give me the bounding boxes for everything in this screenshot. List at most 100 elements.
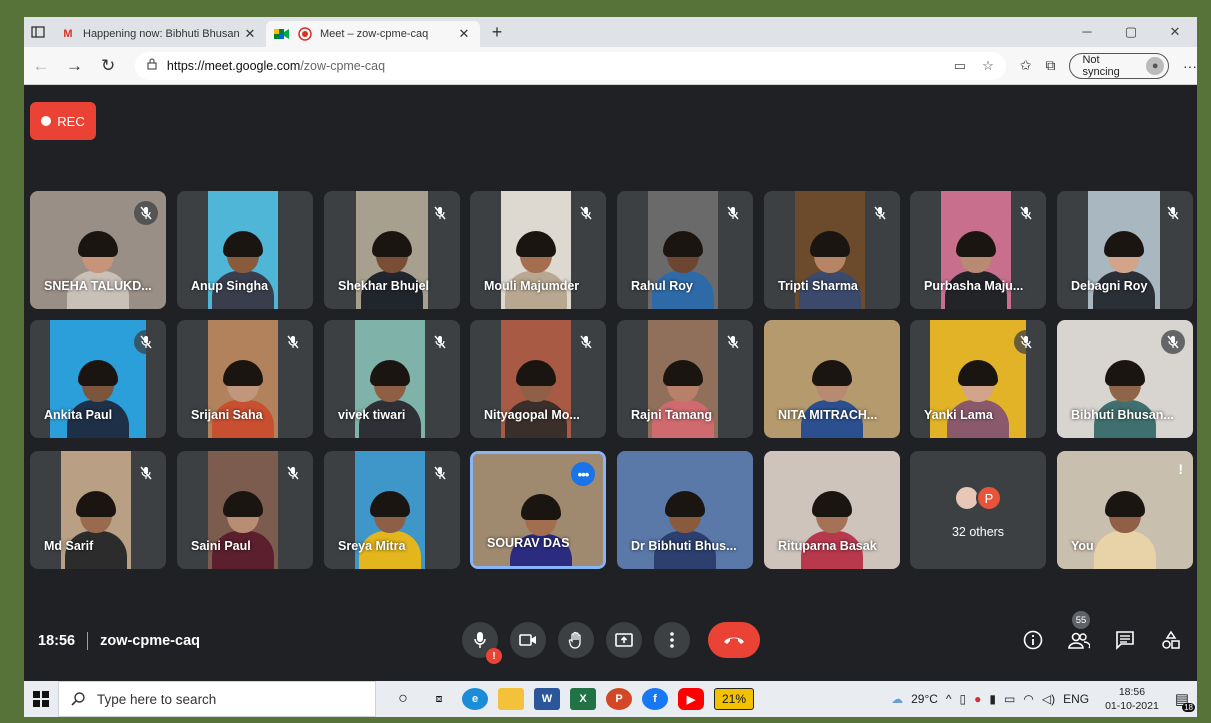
participant-tile[interactable]: Tripti Sharma [764, 191, 900, 309]
participant-figure [67, 360, 129, 438]
participant-name: Sreya Mitra [338, 539, 406, 553]
chat-button[interactable] [1112, 627, 1138, 653]
volume-icon[interactable]: ◁) [1042, 692, 1055, 706]
call-controls: ! [462, 622, 760, 664]
chrome-tray-icon[interactable]: ● [974, 692, 981, 706]
edge-icon[interactable]: e [462, 688, 488, 710]
taskbar-search[interactable]: Type here to search [58, 681, 376, 717]
camera-button[interactable] [510, 622, 546, 658]
maximize-icon[interactable]: ▢ [1109, 24, 1153, 40]
show-hidden-icons-icon[interactable]: ^ [946, 692, 952, 706]
start-button[interactable] [24, 691, 58, 707]
participant-tile[interactable]: vivek tiwari [324, 320, 460, 438]
participant-tile[interactable]: Sreya Mitra [324, 451, 460, 569]
profile-sync-button[interactable]: Not syncing ● [1069, 52, 1170, 79]
lock-icon[interactable] [147, 58, 157, 73]
info-icon [1023, 630, 1043, 650]
meeting-details-button[interactable] [1020, 627, 1046, 653]
participant-tile[interactable]: Rituparna Basak [764, 451, 900, 569]
minimize-icon[interactable]: ─ [1065, 24, 1109, 40]
tab-close-icon[interactable]: ✕ [242, 26, 258, 42]
mic-off-icon [721, 201, 745, 225]
notifications-icon[interactable]: ▤ 18 [1175, 690, 1195, 712]
meeting-time: 18:56 [38, 633, 76, 649]
divider [87, 632, 89, 650]
mic-off-icon [134, 330, 158, 354]
people-icon [1068, 632, 1090, 649]
file-explorer-icon[interactable] [498, 688, 524, 710]
participant-name: You [1071, 539, 1094, 553]
alert-icon[interactable]: ! [1178, 461, 1183, 477]
mic-off-icon [281, 330, 305, 354]
battery-icon[interactable]: ▭ [1004, 692, 1015, 706]
facebook-icon[interactable]: f [642, 688, 668, 710]
battery-percentage-indicator: 21% [714, 688, 754, 710]
excel-icon[interactable]: X [570, 688, 596, 710]
powerpoint-icon[interactable]: P [606, 688, 632, 710]
participant-tile[interactable]: Nityagopal Mo... [470, 320, 606, 438]
tray-app-icon[interactable]: ▯ [960, 692, 967, 706]
cortana-icon[interactable]: ○ [390, 688, 416, 710]
collections-icon[interactable]: ⧉ [1045, 57, 1055, 74]
participant-tile[interactable]: Md Sarif [30, 451, 166, 569]
leave-call-button[interactable] [708, 622, 760, 658]
participant-tile[interactable]: Shekhar Bhujel [324, 191, 460, 309]
tab-actions-icon[interactable] [24, 18, 52, 46]
temperature[interactable]: 29°C [911, 692, 938, 706]
more-options-button[interactable] [654, 622, 690, 658]
youtube-icon[interactable]: ▶ [678, 688, 704, 710]
tab-close-icon[interactable]: ✕ [456, 26, 472, 42]
participant-tile[interactable]: Anup Singha [177, 191, 313, 309]
tile-options-icon[interactable]: ••• [571, 462, 595, 486]
participant-tile[interactable]: Rahul Roy [617, 191, 753, 309]
word-icon[interactable]: W [534, 688, 560, 710]
others-tile[interactable]: P 32 others [910, 451, 1046, 569]
participant-name: Shekhar Bhujel [338, 279, 429, 293]
refresh-icon[interactable]: ↻ [91, 56, 125, 76]
back-icon[interactable]: ← [24, 56, 58, 76]
participant-figure [799, 231, 861, 309]
participant-tile[interactable]: Debagni Roy [1057, 191, 1193, 309]
participant-tile[interactable]: ! You [1057, 451, 1193, 569]
participant-tile[interactable]: Purbasha Maju... [910, 191, 1046, 309]
camera-in-use-icon[interactable]: ▭ [954, 58, 966, 74]
participant-tile[interactable]: Rajni Tamang [617, 320, 753, 438]
participant-tile[interactable]: Mouli Majumder [470, 191, 606, 309]
address-bar[interactable]: https://meet.google.com/zow-cpme-caq ▭ ☆ [134, 51, 1006, 80]
people-button[interactable]: 55 [1066, 611, 1092, 653]
wifi-icon[interactable]: ◠ [1023, 692, 1033, 706]
taskbar-clock[interactable]: 18:56 01-10-2021 [1105, 685, 1159, 713]
microphone-tray-icon[interactable]: ▮ [989, 692, 996, 706]
participant-tile[interactable]: Bibhuti Bhusan... [1057, 320, 1193, 438]
participant-tile[interactable]: ••• SOURAV DAS [470, 451, 606, 569]
close-window-icon[interactable]: ✕ [1153, 24, 1197, 40]
participant-tile[interactable]: Dr Bibhuti Bhus... [617, 451, 753, 569]
task-view-icon[interactable]: ⧈ [426, 688, 452, 710]
search-placeholder: Type here to search [97, 691, 217, 707]
participant-tile[interactable]: Yanki Lama [910, 320, 1046, 438]
forward-icon[interactable]: → [58, 56, 92, 76]
add-favorite-icon[interactable]: ☆ [982, 58, 994, 74]
weather-icon[interactable]: ☁ [891, 692, 903, 706]
tab-gmail[interactable]: M Happening now: Bibhuti Bhusan ✕ [52, 21, 266, 47]
new-tab-icon[interactable]: + [484, 22, 510, 43]
tab-meet[interactable]: Meet – zow-cpme-caq ✕ [266, 21, 480, 47]
settings-more-icon[interactable]: ··· [1183, 58, 1197, 74]
participant-figure [652, 360, 714, 438]
present-button[interactable] [606, 622, 642, 658]
language-indicator[interactable]: ENG [1063, 692, 1089, 706]
recording-indicator-icon [297, 27, 313, 41]
mic-off-icon [428, 461, 452, 485]
participant-tile[interactable]: Srijani Saha [177, 320, 313, 438]
meeting-code: zow-cpme-caq [100, 633, 201, 649]
participant-tile[interactable]: NITA MITRACH... [764, 320, 900, 438]
taskbar-apps: ○ ⧈ e W X P f ▶ 21% [390, 688, 754, 710]
participant-tile[interactable]: SNEHA TALUKD... [30, 191, 166, 309]
mic-button[interactable]: ! [462, 622, 502, 664]
participant-tile[interactable]: Ankita Paul [30, 320, 166, 438]
participant-name: Rajni Tamang [631, 408, 713, 422]
participant-tile[interactable]: Saini Paul [177, 451, 313, 569]
raise-hand-button[interactable] [558, 622, 594, 658]
activities-button[interactable] [1158, 627, 1184, 653]
favorites-icon[interactable]: ✩ [1020, 57, 1032, 74]
